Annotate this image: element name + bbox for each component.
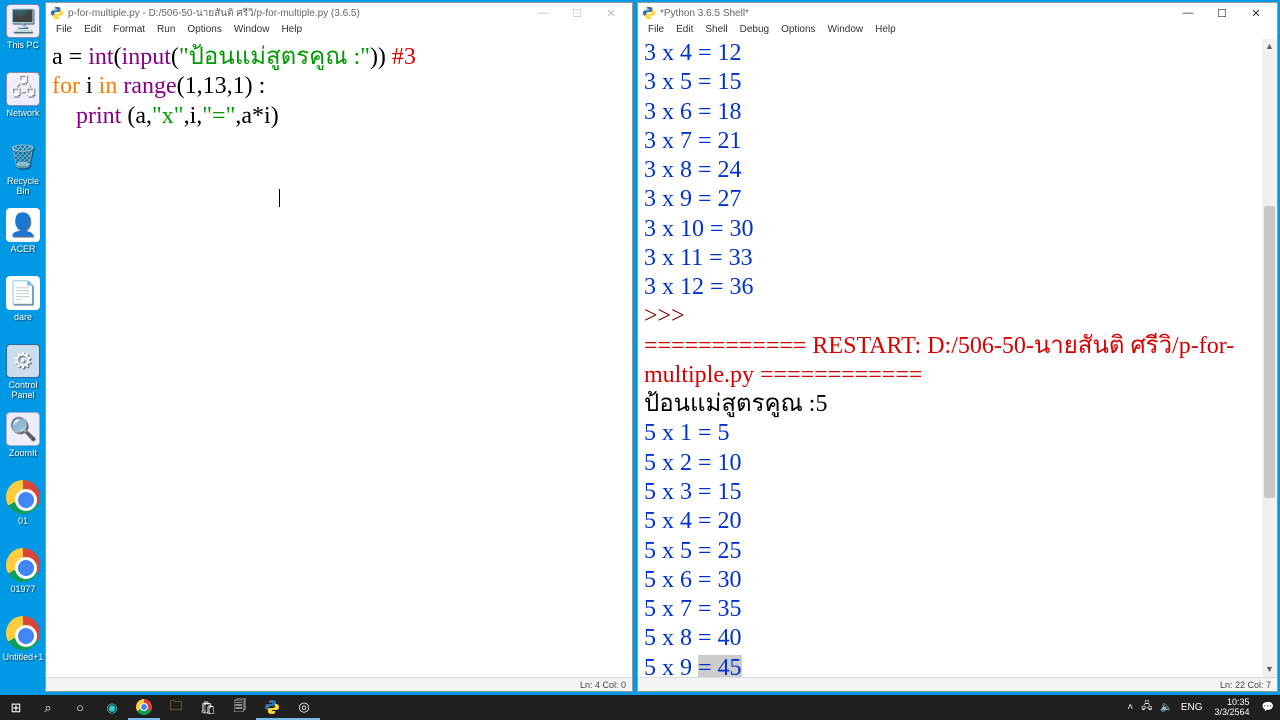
- shell-line: 3 x 5 = 15: [644, 68, 1271, 97]
- shell-line: 3 x 10 = 30: [644, 215, 1271, 244]
- menu-window[interactable]: Window: [822, 23, 870, 39]
- desktop-icon-chrome[interactable]: 01977: [2, 548, 44, 610]
- shell-line: ============ RESTART: D:/506-50-นายสันติ…: [644, 332, 1271, 391]
- shell-line: ป้อนแม่สูตรคูณ :5: [644, 390, 1271, 419]
- chrome-icon[interactable]: [128, 695, 160, 720]
- shell-menubar: FileEditShellDebugOptionsWindowHelp: [638, 23, 1277, 39]
- tray-chevron-icon[interactable]: ˄: [1127, 702, 1133, 713]
- menu-debug[interactable]: Debug: [734, 23, 775, 39]
- editor-body[interactable]: a = int(input("ป้อนแม่สูตรคูณ :")) #3 fo…: [46, 39, 632, 677]
- menu-shell[interactable]: Shell: [699, 23, 733, 39]
- start-button[interactable]: ⊞: [0, 695, 32, 720]
- shell-title-text: *Python 3.6.5 Shell*: [660, 8, 1171, 19]
- shell-line: 5 x 9 = 45: [644, 654, 1271, 677]
- cortana-button[interactable]: ○: [64, 695, 96, 720]
- notifications-icon[interactable]: 💬: [1262, 702, 1274, 713]
- window-buttons: — ☐ ✕: [526, 3, 628, 23]
- desktop-icon-chrome[interactable]: 01: [2, 480, 44, 542]
- menu-help[interactable]: Help: [869, 23, 902, 39]
- close-button[interactable]: ✕: [1239, 3, 1273, 23]
- shell-line: 3 x 8 = 24: [644, 156, 1271, 185]
- editor-menubar: FileEditFormatRunOptionsWindowHelp: [46, 23, 632, 39]
- close-button[interactable]: ✕: [594, 3, 628, 23]
- shell-line: 3 x 11 = 33: [644, 244, 1271, 273]
- scroll-up-icon[interactable]: ▲: [1262, 39, 1277, 54]
- minimize-button[interactable]: —: [1171, 3, 1205, 23]
- editor-statusbar: Ln: 4 Col: 0: [46, 677, 632, 691]
- code-line: a = int(input("ป้อนแม่สูตรคูณ :")) #3: [52, 43, 626, 72]
- text-cursor-icon: [279, 189, 280, 207]
- shell-line: 3 x 9 = 27: [644, 185, 1271, 214]
- menu-file[interactable]: File: [642, 23, 670, 39]
- network-icon[interactable]: 🖧: [1141, 699, 1152, 716]
- shell-line: 5 x 4 = 20: [644, 507, 1271, 536]
- menu-window[interactable]: Window: [228, 23, 276, 39]
- editor-titlebar[interactable]: p-for-multiple.py - D:/506-50-นายสันติ ศ…: [46, 3, 632, 23]
- obs-icon[interactable]: ◎: [288, 695, 320, 720]
- shell-line: 5 x 2 = 10: [644, 449, 1271, 478]
- menu-help[interactable]: Help: [275, 23, 308, 39]
- scrollbar[interactable]: ▲ ▼: [1262, 39, 1277, 677]
- shell-line: 3 x 7 = 21: [644, 127, 1271, 156]
- code-line: for i in range(1,13,1) :: [52, 72, 626, 101]
- minimize-button[interactable]: —: [526, 3, 560, 23]
- editor-title-text: p-for-multiple.py - D:/506-50-นายสันติ ศ…: [68, 6, 526, 21]
- desktop-icon-net[interactable]: 🖧Network: [2, 72, 44, 134]
- menu-edit[interactable]: Edit: [670, 23, 699, 39]
- menu-file[interactable]: File: [50, 23, 78, 39]
- shell-line: 5 x 8 = 40: [644, 624, 1271, 653]
- shell-line: 5 x 5 = 25: [644, 537, 1271, 566]
- menu-options[interactable]: Options: [181, 23, 227, 39]
- shell-statusbar: Ln: 22 Col: 7: [638, 677, 1277, 691]
- idle-editor-window: p-for-multiple.py - D:/506-50-นายสันติ ศ…: [45, 2, 633, 692]
- python-icon: [642, 6, 656, 20]
- volume-icon[interactable]: 🔈: [1160, 702, 1172, 713]
- desktop-icon-cp[interactable]: ⚙Control Panel: [2, 344, 44, 406]
- clock[interactable]: 10:353/3/2564: [1211, 698, 1254, 718]
- store-icon[interactable]: 🛍: [192, 695, 224, 720]
- explorer-icon[interactable]: 🗀: [160, 695, 192, 720]
- shell-line: 5 x 3 = 15: [644, 478, 1271, 507]
- desktop-icon-bin[interactable]: 🗑️Recycle Bin: [2, 140, 44, 202]
- edge-icon[interactable]: ◉: [96, 695, 128, 720]
- scroll-down-icon[interactable]: ▼: [1262, 662, 1277, 677]
- idle-icon[interactable]: [256, 695, 288, 720]
- desktop-icon-acer[interactable]: 👤ACER: [2, 208, 44, 270]
- menu-options[interactable]: Options: [775, 23, 821, 39]
- shell-line: 5 x 7 = 35: [644, 595, 1271, 624]
- language-indicator[interactable]: ENG: [1181, 702, 1203, 713]
- system-tray: ˄ 🖧 🔈 ENG 10:353/3/2564 💬: [1127, 698, 1280, 718]
- app-icon[interactable]: 🗐: [224, 695, 256, 720]
- taskbar: ⊞ ⌕ ○ ◉ 🗀 🛍 🗐 ◎ ˄ 🖧 🔈 ENG 10:353/3/2564 …: [0, 695, 1280, 720]
- desktop-icon-pc[interactable]: 🖥️This PC: [2, 4, 44, 66]
- python-icon: [50, 6, 64, 20]
- shell-line: 3 x 12 = 36: [644, 273, 1271, 302]
- shell-line: 3 x 4 = 12: [644, 39, 1271, 68]
- code-line: print (a,"x",i,"=",a*i): [52, 102, 626, 131]
- desktop-icons: 🖥️This PC 🖧Network 🗑️Recycle Bin 👤ACER 📄dare…: [2, 4, 44, 684]
- shell-line: 3 x 6 = 18: [644, 98, 1271, 127]
- shell-line: >>>: [644, 302, 1271, 331]
- search-button[interactable]: ⌕: [32, 695, 64, 720]
- shell-line: 5 x 1 = 5: [644, 419, 1271, 448]
- maximize-button[interactable]: ☐: [560, 3, 594, 23]
- desktop-icon-zoomit[interactable]: 🔍ZoomIt: [2, 412, 44, 474]
- menu-edit[interactable]: Edit: [78, 23, 107, 39]
- window-buttons: — ☐ ✕: [1171, 3, 1273, 23]
- idle-shell-window: *Python 3.6.5 Shell* — ☐ ✕ FileEditShell…: [637, 2, 1278, 692]
- menu-run[interactable]: Run: [151, 23, 181, 39]
- menu-format[interactable]: Format: [107, 23, 151, 39]
- shell-line: 5 x 6 = 30: [644, 566, 1271, 595]
- shell-titlebar[interactable]: *Python 3.6.5 Shell* — ☐ ✕: [638, 3, 1277, 23]
- maximize-button[interactable]: ☐: [1205, 3, 1239, 23]
- scroll-thumb[interactable]: [1264, 206, 1275, 498]
- shell-body[interactable]: 3 x 4 = 123 x 5 = 153 x 6 = 183 x 7 = 21…: [638, 39, 1277, 677]
- desktop-icon-chrome[interactable]: Untitled+1: [2, 616, 44, 678]
- desktop-icon-dare[interactable]: 📄dare: [2, 276, 44, 338]
